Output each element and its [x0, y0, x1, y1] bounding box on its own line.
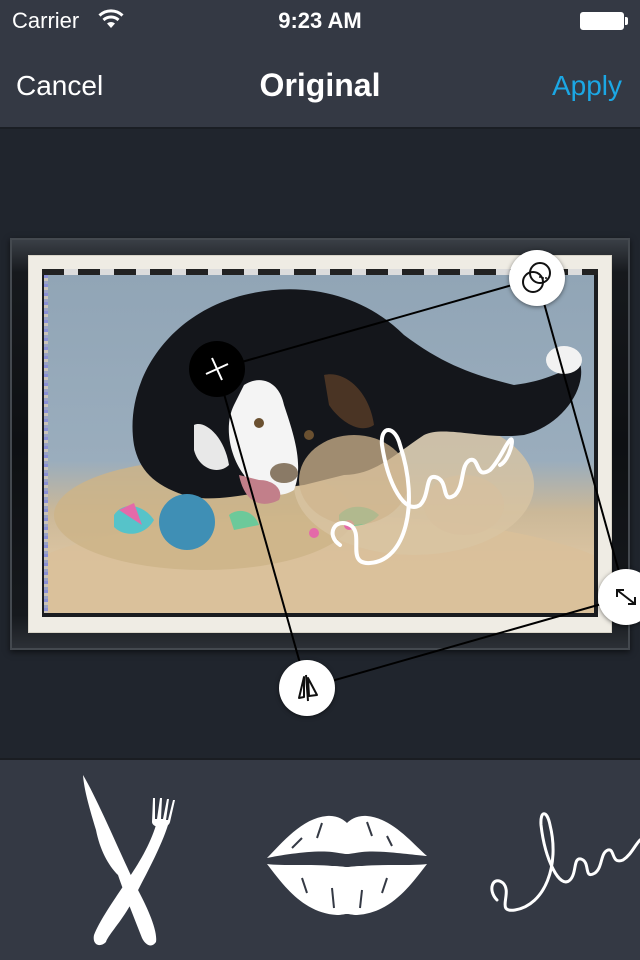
overlap-circles-icon: [522, 262, 551, 293]
mirror-flip-icon: [298, 674, 318, 702]
flip-handle[interactable]: [279, 660, 335, 716]
opacity-handle[interactable]: [509, 250, 565, 306]
close-icon: [205, 357, 229, 381]
love-script-icon[interactable]: [485, 805, 640, 915]
delete-handle[interactable]: [189, 341, 245, 397]
diagonal-arrows-icon: [616, 589, 636, 605]
knife-fork-icon[interactable]: [78, 770, 178, 950]
lips-icon[interactable]: [262, 808, 432, 923]
